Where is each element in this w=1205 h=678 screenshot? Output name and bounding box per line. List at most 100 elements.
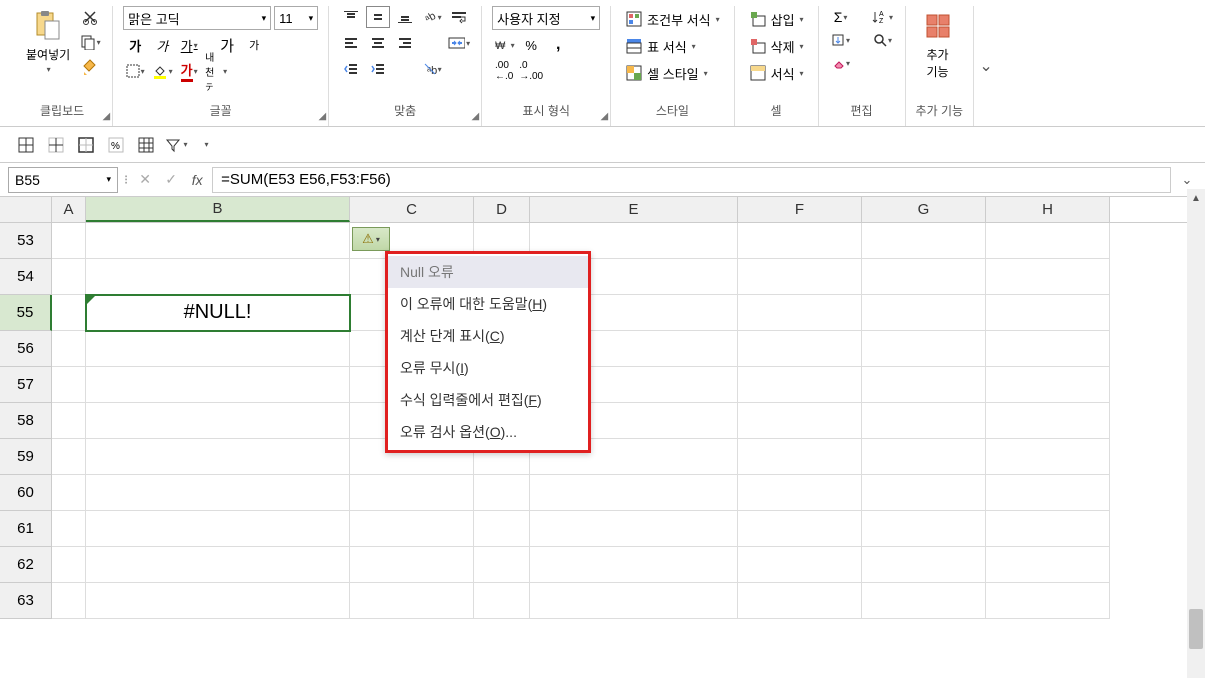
cell-G55[interactable] — [862, 295, 986, 331]
cell-A61[interactable] — [52, 511, 86, 547]
fx-button[interactable]: fx — [188, 171, 206, 189]
row-header-55[interactable]: 55 — [0, 295, 52, 331]
cell-A54[interactable] — [52, 259, 86, 295]
cell-C62[interactable] — [350, 547, 474, 583]
cell-H59[interactable] — [986, 439, 1110, 475]
row-header-59[interactable]: 59 — [0, 439, 52, 475]
ribbon-collapse-chevron[interactable]: ⌄ — [974, 6, 998, 126]
decrease-decimal-button[interactable]: .0→.00 — [519, 60, 543, 82]
align-left-button[interactable] — [339, 32, 363, 54]
row-header-62[interactable]: 62 — [0, 547, 52, 583]
column-header-B[interactable]: B — [86, 197, 350, 222]
cell-A53[interactable] — [52, 223, 86, 259]
cell-G62[interactable] — [862, 547, 986, 583]
paste-button[interactable]: 붙여넣기 ▾ — [22, 6, 74, 76]
cell-G57[interactable] — [862, 367, 986, 403]
autosum-button[interactable]: Σ▾ — [829, 6, 853, 28]
cell-F60[interactable] — [738, 475, 862, 511]
dialog-launcher-icon[interactable]: ◢ — [600, 111, 608, 122]
fill-color-button[interactable]: ▾ — [150, 60, 174, 82]
row-header-63[interactable]: 63 — [0, 583, 52, 619]
scroll-thumb[interactable] — [1189, 609, 1203, 649]
cell-D63[interactable] — [474, 583, 530, 619]
row-header-53[interactable]: 53 — [0, 223, 52, 259]
row-header-56[interactable]: 56 — [0, 331, 52, 367]
qat-border-inside-icon[interactable] — [44, 133, 68, 157]
format-painter-button[interactable] — [78, 56, 102, 78]
cell-B54[interactable] — [86, 259, 350, 295]
cell-B53[interactable] — [86, 223, 350, 259]
cell-A59[interactable] — [52, 439, 86, 475]
cell-B60[interactable] — [86, 475, 350, 511]
ctx-item[interactable]: 오류 검사 옵션(O)... — [388, 416, 588, 448]
copy-button[interactable]: ▾ — [78, 31, 102, 53]
cell-F62[interactable] — [738, 547, 862, 583]
cell-H56[interactable] — [986, 331, 1110, 367]
cell-H55[interactable] — [986, 295, 1110, 331]
find-select-button[interactable]: ▾ — [871, 29, 895, 51]
cell-B55[interactable]: #NULL! — [86, 295, 350, 331]
cell-H57[interactable] — [986, 367, 1110, 403]
column-header-D[interactable]: D — [474, 197, 530, 222]
cell-E63[interactable] — [530, 583, 738, 619]
ctx-item[interactable]: 수식 입력줄에서 편집(F) — [388, 384, 588, 416]
cell-A57[interactable] — [52, 367, 86, 403]
formula-expand-button[interactable]: ⌄ — [1177, 172, 1197, 188]
cell-C63[interactable] — [350, 583, 474, 619]
cell-A62[interactable] — [52, 547, 86, 583]
cell-D61[interactable] — [474, 511, 530, 547]
delete-button[interactable]: 삭제▾ — [745, 33, 808, 59]
column-header-G[interactable]: G — [862, 197, 986, 222]
enter-formula-button[interactable]: ✓ — [162, 171, 180, 189]
cell-H61[interactable] — [986, 511, 1110, 547]
sort-filter-button[interactable]: AZ▾ — [871, 6, 895, 28]
name-box[interactable]: B55▾ — [8, 167, 118, 193]
orientation-vert-button[interactable]: ᵃb▾ — [420, 58, 444, 80]
cell-F56[interactable] — [738, 331, 862, 367]
number-format-combo[interactable]: 사용자 지정▾ — [492, 6, 600, 30]
qat-more-icon[interactable]: ▾ — [194, 133, 218, 157]
comma-button[interactable]: , — [546, 34, 570, 56]
orientation-button[interactable]: ᵃb▾ — [420, 6, 444, 28]
dialog-launcher-icon[interactable]: ◢ — [102, 111, 110, 122]
cell-G56[interactable] — [862, 331, 986, 367]
cell-B61[interactable] — [86, 511, 350, 547]
cell-F53[interactable] — [738, 223, 862, 259]
qat-filter-icon[interactable]: ▾ — [164, 133, 188, 157]
bold-button[interactable]: 가 — [123, 34, 147, 56]
cell-G53[interactable] — [862, 223, 986, 259]
cell-H53[interactable] — [986, 223, 1110, 259]
qat-border-outside-icon[interactable] — [74, 133, 98, 157]
cell-C60[interactable] — [350, 475, 474, 511]
cell-G59[interactable] — [862, 439, 986, 475]
cell-H62[interactable] — [986, 547, 1110, 583]
phonetic-button[interactable]: 내천テ▾ — [204, 60, 228, 82]
font-color-button[interactable]: 가▾ — [177, 60, 201, 82]
row-header-58[interactable]: 58 — [0, 403, 52, 439]
cell-F61[interactable] — [738, 511, 862, 547]
format-button[interactable]: 서식▾ — [745, 60, 808, 86]
cell-B57[interactable] — [86, 367, 350, 403]
ctx-item[interactable]: 이 오류에 대한 도움말(H) — [388, 288, 588, 320]
cell-G63[interactable] — [862, 583, 986, 619]
cell-A60[interactable] — [52, 475, 86, 511]
cell-B59[interactable] — [86, 439, 350, 475]
increase-indent-button[interactable] — [366, 58, 390, 80]
dialog-launcher-icon[interactable]: ◢ — [318, 111, 326, 122]
align-right-button[interactable] — [393, 32, 417, 54]
error-smart-tag[interactable]: ⚠ ▾ — [352, 227, 390, 251]
insert-button[interactable]: 삽입▾ — [745, 6, 808, 32]
column-header-F[interactable]: F — [738, 197, 862, 222]
addins-button[interactable]: 추가 기능 — [916, 6, 960, 82]
qat-grid-icon[interactable] — [134, 133, 158, 157]
merge-button[interactable]: ▾ — [447, 32, 471, 54]
cut-button[interactable] — [78, 6, 102, 28]
border-button[interactable]: ▾ — [123, 60, 147, 82]
cell-H54[interactable] — [986, 259, 1110, 295]
shrink-font-button[interactable]: 가 — [242, 34, 266, 56]
cell-style-button[interactable]: 셀 스타일▾ — [621, 60, 711, 86]
clear-button[interactable]: ▾ — [829, 52, 853, 74]
row-header-61[interactable]: 61 — [0, 511, 52, 547]
scroll-up-icon[interactable]: ▲ — [1187, 189, 1205, 207]
cell-E62[interactable] — [530, 547, 738, 583]
